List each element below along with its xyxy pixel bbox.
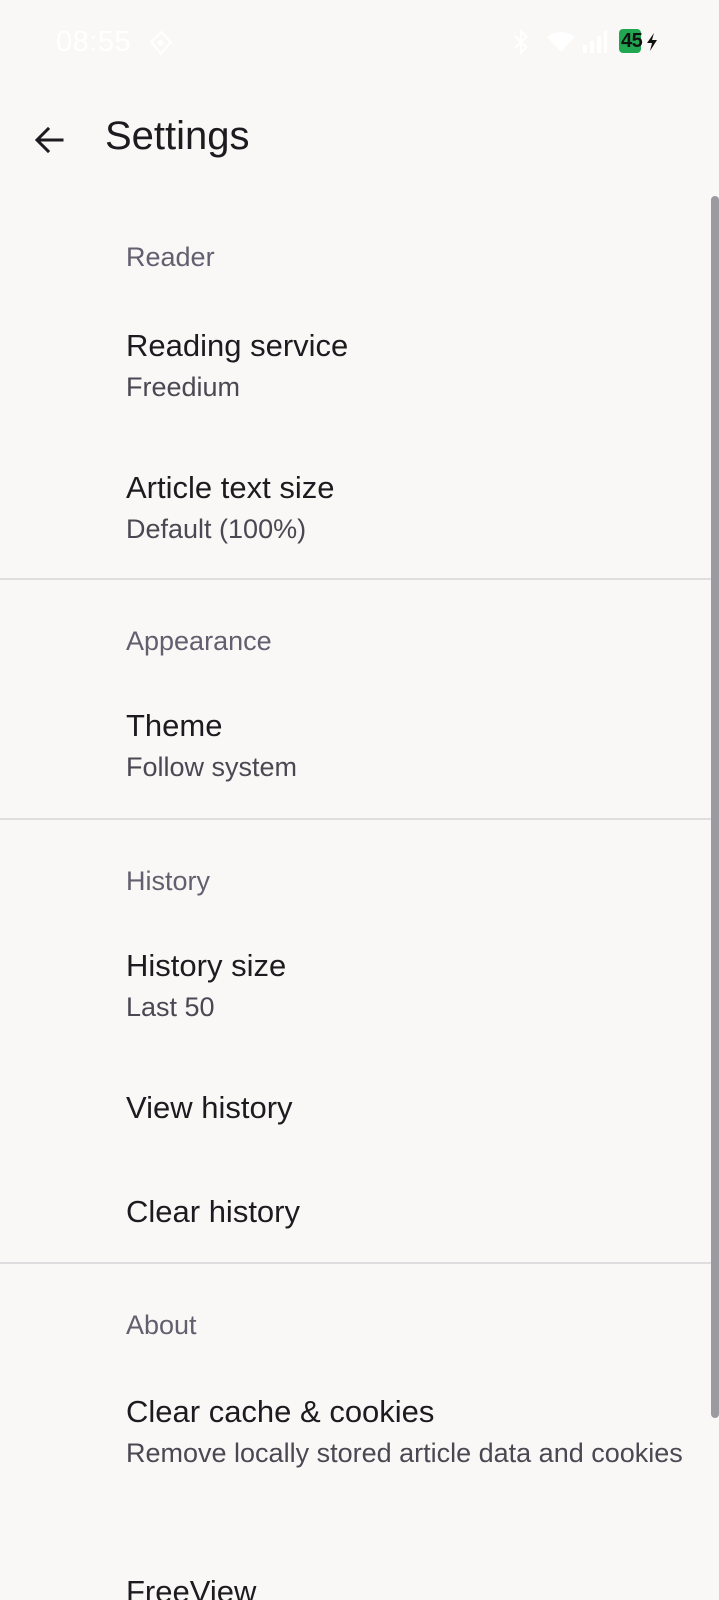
setting-clear-cache[interactable]: Clear cache & cookies Remove locally sto… bbox=[0, 1376, 711, 1526]
status-bar: 08:55 45 bbox=[0, 0, 719, 84]
setting-title: Clear cache & cookies bbox=[126, 1394, 435, 1429]
app-bar: Settings bbox=[0, 84, 719, 196]
setting-title: Reading service bbox=[126, 328, 349, 363]
setting-theme[interactable]: Theme Follow system bbox=[0, 690, 711, 810]
setting-clear-history[interactable]: Clear history bbox=[0, 1172, 711, 1262]
setting-value: Freedium bbox=[126, 372, 241, 402]
setting-value: Default (100%) bbox=[126, 514, 307, 544]
setting-title: FreeView bbox=[126, 1574, 257, 1600]
bluetooth-icon bbox=[513, 28, 528, 56]
setting-value: Remove locally stored article data and c… bbox=[126, 1438, 683, 1468]
status-time: 08:55 bbox=[56, 26, 132, 58]
divider bbox=[0, 578, 711, 580]
divider bbox=[0, 818, 711, 820]
setting-title: View history bbox=[126, 1090, 293, 1125]
setting-title: Article text size bbox=[126, 470, 335, 505]
setting-value: Last 50 bbox=[126, 992, 215, 1022]
settings-screen: 08:55 45 Settings Reader Reading service… bbox=[0, 0, 719, 1600]
setting-article-text-size[interactable]: Article text size Default (100%) bbox=[0, 446, 711, 566]
setting-title: Clear history bbox=[126, 1194, 300, 1229]
section-header-appearance: Appearance bbox=[126, 626, 272, 656]
setting-title: History size bbox=[126, 948, 287, 983]
page-title: Settings bbox=[105, 114, 250, 158]
setting-reading-service[interactable]: Reading service Freedium bbox=[0, 306, 711, 426]
section-header-about: About bbox=[126, 1310, 197, 1340]
setting-history-size[interactable]: History size Last 50 bbox=[0, 930, 711, 1050]
setting-view-history[interactable]: View history bbox=[0, 1070, 711, 1170]
scrollbar[interactable] bbox=[711, 196, 719, 1418]
section-header-history: History bbox=[126, 866, 211, 896]
divider bbox=[0, 1262, 711, 1264]
section-header-reader: Reader bbox=[126, 242, 215, 272]
setting-title: Theme bbox=[126, 708, 223, 743]
battery-level: 45 bbox=[621, 30, 643, 52]
setting-value: Follow system bbox=[126, 752, 298, 782]
arrow-left-icon[interactable] bbox=[30, 120, 70, 160]
wifi-icon bbox=[547, 32, 575, 52]
setting-freeview[interactable]: FreeView bbox=[0, 1560, 711, 1600]
charging-bolt-icon bbox=[647, 33, 657, 51]
location-icon bbox=[149, 30, 173, 56]
signal-icon bbox=[583, 31, 607, 53]
